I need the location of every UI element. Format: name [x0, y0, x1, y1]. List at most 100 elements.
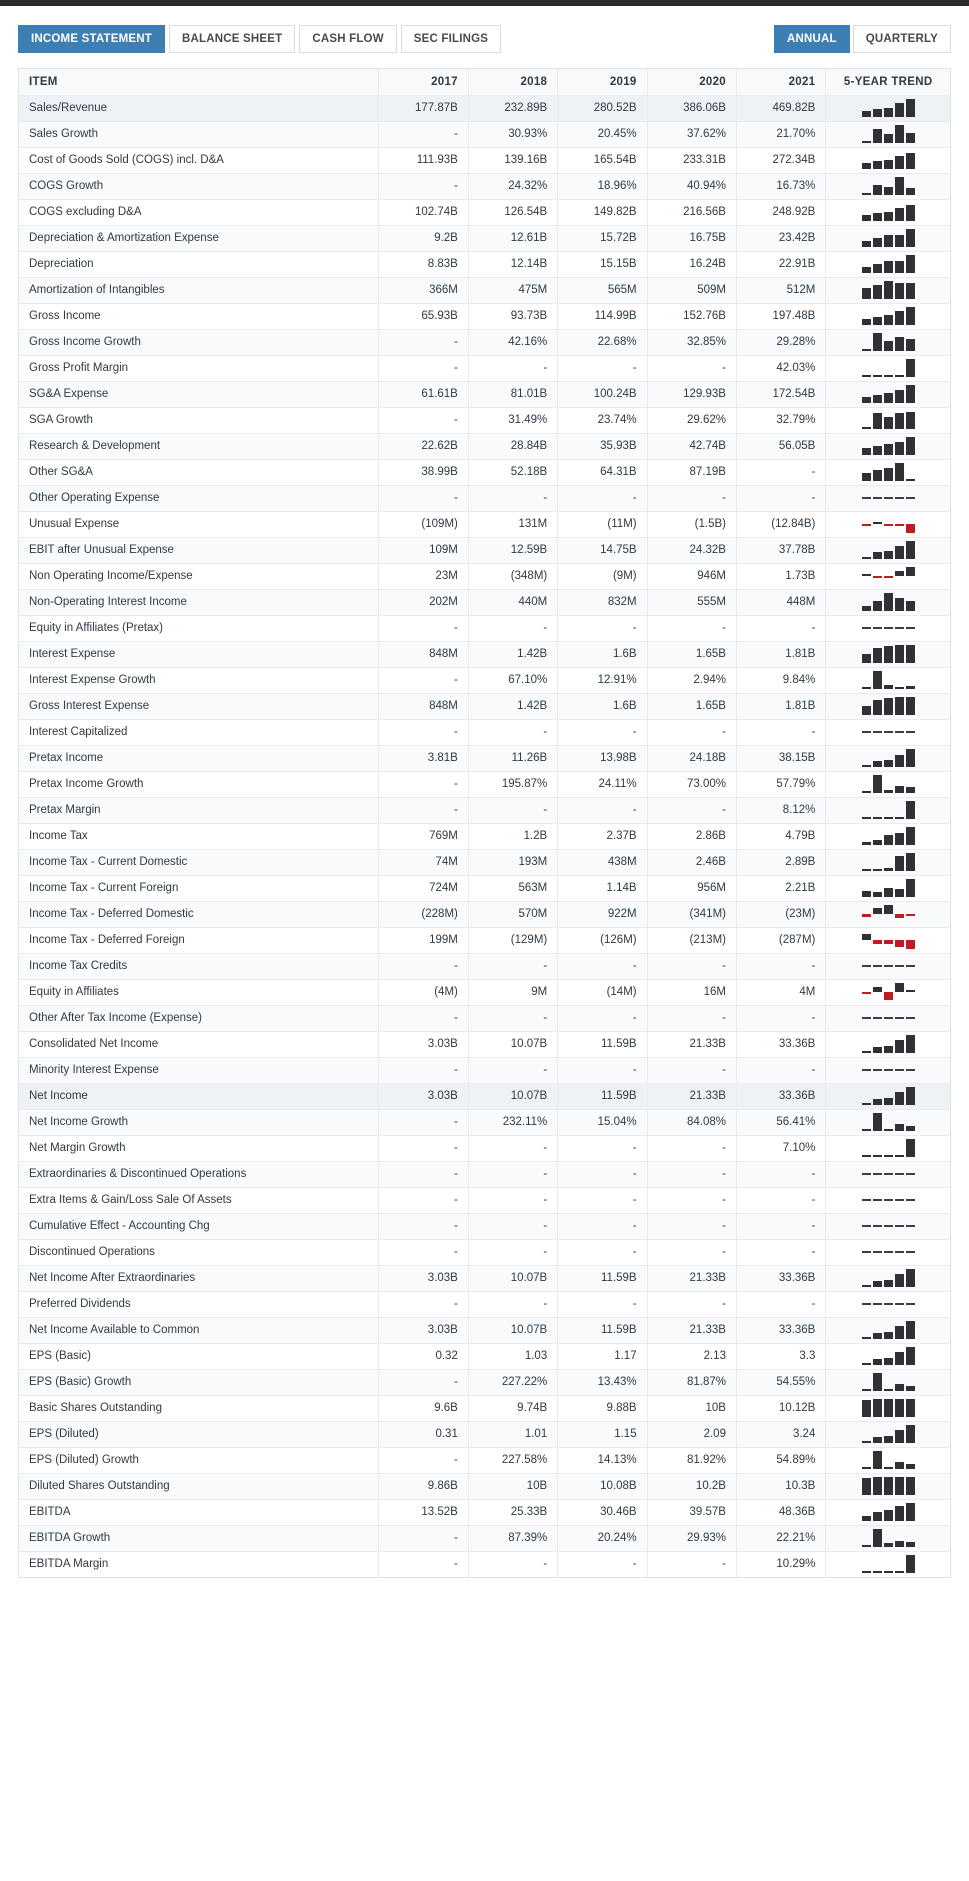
table-row[interactable]: Unusual Expense (109M) 131M (11M) (1.5B) (12.…: [19, 511, 950, 538]
cell-2021: 48.36B: [736, 1499, 827, 1526]
table-row[interactable]: COGS excluding D&A 102.74B 126.54B 149.82B 2…: [19, 199, 950, 226]
sparkline-bar: [883, 443, 893, 455]
table-row[interactable]: EPS (Basic) Growth -227.22% 13.43% 81.87% 54…: [19, 1369, 950, 1396]
table-row[interactable]: Net Margin Growth - - - -7.10%: [19, 1135, 950, 1162]
table-row[interactable]: Pretax Margin - - - -8.12%: [19, 797, 950, 824]
table-row[interactable]: EBITDA Margin - - - -10.29%: [19, 1551, 950, 1577]
cell-2021: 248.92B: [736, 199, 827, 226]
table-row[interactable]: Interest Capitalized - - - - -: [19, 719, 950, 746]
table-row[interactable]: Pretax Income 3.81B 11.26B 13.98B 24.18B 38.1…: [19, 745, 950, 772]
table-row[interactable]: Net Income Available to Common 3.03B 10.07…: [19, 1317, 950, 1344]
table-row[interactable]: Pretax Income Growth -195.87% 24.11% 73.00%…: [19, 771, 950, 798]
cell-trend: [825, 719, 950, 746]
table-row[interactable]: Interest Expense 848M 1.42B 1.6B 1.65B 1.81B: [19, 641, 950, 668]
table-row[interactable]: SGA Growth -31.49% 23.74% 29.62% 32.79%: [19, 407, 950, 434]
tab-cash-flow[interactable]: CASH FLOW: [299, 25, 397, 53]
cell-2017: 3.03B: [378, 1031, 469, 1058]
period-annual[interactable]: ANNUAL: [773, 25, 850, 53]
cell-2017: -: [378, 1109, 469, 1136]
table-row[interactable]: Income Tax - Current Foreign 724M 563M 1.14…: [19, 875, 950, 902]
sparkline-bar: [872, 1332, 882, 1339]
table-row[interactable]: Net Income After Extraordinaries 3.03B 10.…: [19, 1265, 950, 1292]
sparkline-bar: [894, 412, 904, 429]
table-row[interactable]: Other After Tax Income (Expense) - - - - -: [19, 1005, 950, 1032]
table-row[interactable]: EPS (Basic) 0.32 1.03 1.17 2.13 3.3: [19, 1343, 950, 1370]
col-header-2021[interactable]: 2021: [736, 69, 827, 96]
table-row[interactable]: Depreciation 8.83B 12.14B 15.15B 16.24B 22.91…: [19, 251, 950, 278]
table-row[interactable]: Cumulative Effect - Accounting Chg - - - - -: [19, 1213, 950, 1240]
cell-2020: -: [647, 1213, 737, 1240]
table-row[interactable]: Other SG&A 38.99B 52.18B 64.31B 87.19B -: [19, 459, 950, 486]
table-row[interactable]: Diluted Shares Outstanding 9.86B 10B 10.08B…: [19, 1473, 950, 1500]
sparkline-bar: [894, 1383, 904, 1391]
table-row[interactable]: Non-Operating Interest Income 202M 440M 832…: [19, 589, 950, 616]
table-row[interactable]: Net Income 3.03B 10.07B 11.59B 21.33B 33.36B: [19, 1083, 950, 1110]
table-row[interactable]: Other Operating Expense - - - - -: [19, 485, 950, 512]
table-row[interactable]: Extraordinaries & Discontinued Operation…: [19, 1161, 950, 1188]
row-label: Gross Income Growth: [19, 329, 380, 356]
sparkline-bar: [883, 930, 893, 950]
table-row[interactable]: EBIT after Unusual Expense 109M 12.59B 14.7…: [19, 537, 950, 564]
table-row[interactable]: Income Tax Credits - - - - -: [19, 953, 950, 980]
table-row[interactable]: Research & Development 22.62B 28.84B 35.93B…: [19, 433, 950, 460]
table-row[interactable]: EBITDA 13.52B 25.33B 30.46B 39.57B 48.36B: [19, 1499, 950, 1526]
table-row[interactable]: Income Tax - Deferred Domestic (228M) 570M…: [19, 901, 950, 928]
cell-2018: 440M: [468, 589, 559, 616]
table-row[interactable]: EBITDA Growth -87.39% 20.24% 29.93% 22.21%: [19, 1525, 950, 1552]
table-row[interactable]: Depreciation & Amortization Expense 9.2B 1…: [19, 225, 950, 252]
tab-income-statement[interactable]: INCOME STATEMENT: [18, 25, 165, 53]
table-row[interactable]: Non Operating Income/Expense 23M (348M) (9M…: [19, 563, 950, 590]
col-header-2018[interactable]: 2018: [468, 69, 559, 96]
sparkline-baseline-tick: [905, 1251, 915, 1253]
cell-trend: [825, 901, 950, 928]
table-row[interactable]: Gross Interest Expense 848M 1.42B 1.6B 1.65B…: [19, 693, 950, 720]
table-row[interactable]: EPS (Diluted) Growth -227.58% 14.13% 81.92%…: [19, 1447, 950, 1474]
table-row[interactable]: Sales Growth -30.93% 20.45% 37.62% 21.70%: [19, 121, 950, 148]
col-header-2019[interactable]: 2019: [557, 69, 648, 96]
col-header-2020[interactable]: 2020: [647, 69, 737, 96]
table-row[interactable]: Gross Income 65.93B 93.73B 114.99B 152.76B 19…: [19, 303, 950, 330]
sparkline-bar: [905, 204, 915, 221]
cell-2021: 1.81B: [736, 641, 827, 668]
table-row[interactable]: Interest Expense Growth -67.10% 12.91% 2.94…: [19, 667, 950, 694]
table-row[interactable]: Amortization of Intangibles 366M 475M 565M 5…: [19, 277, 950, 304]
table-row[interactable]: Preferred Dividends - - - - -: [19, 1291, 950, 1318]
table-row[interactable]: COGS Growth -24.32% 18.96% 40.94% 16.73%: [19, 173, 950, 200]
cell-trend: [825, 1421, 950, 1448]
sparkline-bar: [872, 1528, 882, 1547]
table-row[interactable]: Equity in Affiliates (Pretax) - - - - -: [19, 615, 950, 642]
cell-2017: -: [378, 797, 469, 824]
table-row[interactable]: Income Tax 769M 1.2B 2.37B 2.86B 4.79B: [19, 823, 950, 850]
col-header-2017[interactable]: 2017: [378, 69, 469, 96]
sparkline-bar: [883, 1398, 893, 1417]
tab-sec-filings[interactable]: SEC FILINGS: [400, 25, 502, 53]
table-row[interactable]: Equity in Affiliates (4M) 9M (14M) 16M 4M: [19, 979, 950, 1006]
table-row[interactable]: Gross Profit Margin - - - -42.03%: [19, 355, 950, 382]
table-row[interactable]: Sales/Revenue 177.87B 232.89B 280.52B 386.06…: [19, 95, 950, 122]
table-row[interactable]: Income Tax - Current Domestic 74M 193M 438M…: [19, 849, 950, 876]
sparkline-bar: [905, 1125, 915, 1131]
row-label: Other After Tax Income (Expense): [19, 1005, 380, 1032]
table-row[interactable]: SG&A Expense 61.61B 81.01B 100.24B 129.93B 17…: [19, 381, 950, 408]
table-row[interactable]: Basic Shares Outstanding 9.6B 9.74B 9.88B 10…: [19, 1395, 950, 1422]
table-row[interactable]: Minority Interest Expense - - - - -: [19, 1057, 950, 1084]
cell-2019: 18.96%: [557, 173, 648, 200]
table-row[interactable]: Net Income Growth -232.11% 15.04% 84.08% 56.…: [19, 1109, 950, 1136]
table-row[interactable]: Extra Items & Gain/Loss Sale Of Assets - -…: [19, 1187, 950, 1214]
table-row[interactable]: Consolidated Net Income 3.03B 10.07B 11.59B…: [19, 1031, 950, 1058]
table-row[interactable]: Income Tax - Deferred Foreign 199M (129M)(…: [19, 927, 950, 954]
table-row[interactable]: EPS (Diluted) 0.31 1.01 1.15 2.09 3.24: [19, 1421, 950, 1448]
col-header-item[interactable]: ITEM: [19, 69, 380, 96]
table-row[interactable]: Gross Income Growth -42.16% 22.68% 32.85% 29…: [19, 329, 950, 356]
table-row[interactable]: Discontinued Operations - - - - -: [19, 1239, 950, 1266]
sparkline-bar: [872, 551, 882, 559]
col-header-trend[interactable]: 5-YEAR TREND: [825, 69, 950, 96]
sparkline-bar: [894, 930, 904, 950]
tab-balance-sheet[interactable]: BALANCE SHEET: [168, 25, 296, 53]
period-quarterly[interactable]: QUARTERLY: [852, 25, 951, 53]
cell-2020: 21.33B: [647, 1083, 737, 1110]
row-label: Sales/Revenue: [19, 95, 380, 122]
sparkline-baseline-tick: [861, 497, 871, 499]
sparkline-baseline-tick: [872, 1069, 882, 1071]
table-row[interactable]: Cost of Goods Sold (COGS) incl. D&A 111.9…: [19, 147, 950, 174]
